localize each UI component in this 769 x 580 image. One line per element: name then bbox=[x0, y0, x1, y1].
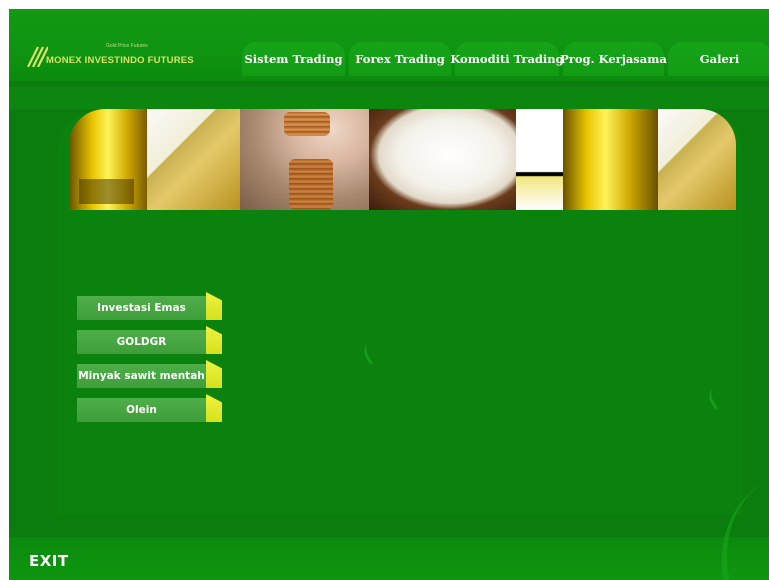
coconut-image bbox=[369, 109, 516, 210]
nav-tab-sistem-trading[interactable]: Sistem Trading bbox=[242, 42, 345, 76]
menu-item-tab bbox=[206, 360, 222, 388]
logo-name: MONEX INVESTINDO FUTURES bbox=[46, 55, 194, 66]
logo-tagline: Gold Price Futures bbox=[106, 43, 148, 49]
menu-item-tab bbox=[206, 394, 222, 422]
exit-button[interactable]: EXIT bbox=[29, 552, 69, 570]
commodity-banner bbox=[69, 109, 736, 210]
menu-item-tab bbox=[206, 326, 222, 354]
header-divider-strip bbox=[9, 87, 769, 109]
menu-item-label[interactable]: Olein bbox=[77, 398, 206, 422]
coin-stack-image bbox=[284, 112, 330, 136]
gold-bar-image bbox=[147, 109, 240, 210]
nav-tab-galeri[interactable]: Galeri bbox=[668, 42, 769, 76]
menu-item-olein[interactable]: Olein bbox=[77, 394, 223, 422]
menu-item-label[interactable]: GOLDGR bbox=[77, 330, 206, 354]
commodity-menu: Investasi Emas GOLDGR Minyak sawit menta… bbox=[77, 292, 223, 432]
menu-item-minyak-sawit-mentah[interactable]: Minyak sawit mentah bbox=[77, 360, 223, 388]
nav-tab-komoditi-trading[interactable]: Komoditi Trading bbox=[450, 42, 564, 76]
menu-item-label[interactable]: Investasi Emas bbox=[77, 296, 206, 320]
menu-item-label[interactable]: Minyak sawit mentah bbox=[77, 364, 206, 388]
app-frame: Gold Price Futures MONEX INVESTINDO FUTU… bbox=[9, 9, 769, 580]
nav-tab-prog-kerjasama[interactable]: Prog. Kerjasama bbox=[560, 42, 667, 76]
banner-image bbox=[516, 109, 563, 210]
gold-bar-image bbox=[69, 109, 147, 210]
menu-item-investasi-emas[interactable]: Investasi Emas bbox=[77, 292, 223, 320]
gold-bar-image bbox=[658, 109, 736, 210]
menu-item-tab bbox=[206, 292, 222, 320]
brand-logo: Gold Price Futures MONEX INVESTINDO FUTU… bbox=[26, 43, 226, 73]
nav-tab-forex-trading[interactable]: Forex Trading bbox=[349, 42, 451, 76]
menu-item-goldgr[interactable]: GOLDGR bbox=[77, 326, 223, 354]
main-nav: Sistem Trading Forex Trading Komoditi Tr… bbox=[242, 42, 769, 78]
triple-slash-icon bbox=[27, 46, 48, 67]
gold-bar-image bbox=[563, 109, 658, 210]
footer-bar bbox=[9, 537, 769, 580]
coin-stack-image bbox=[289, 159, 333, 210]
